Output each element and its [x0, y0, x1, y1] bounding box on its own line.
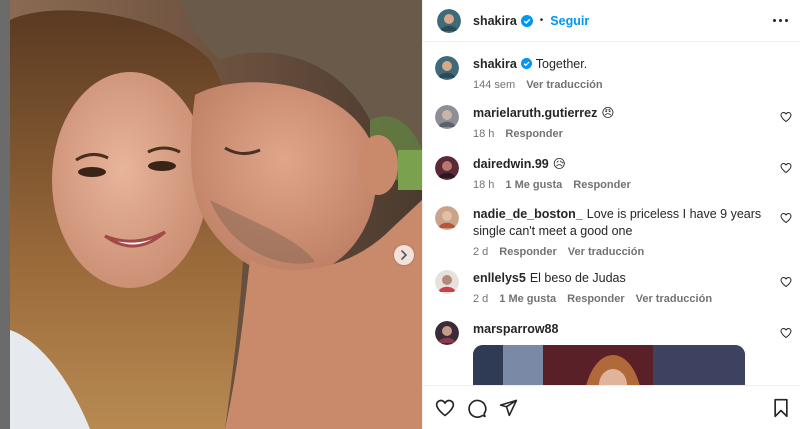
header-separator: • — [539, 15, 544, 26]
comment-button[interactable] — [467, 398, 487, 418]
heart-icon[interactable] — [780, 162, 792, 174]
heart-icon[interactable] — [780, 111, 792, 123]
comment-item: dairedwin.99 😥 18 h 1 Me gusta Responder — [435, 156, 792, 191]
post-header: shakira • Seguir — [423, 0, 800, 42]
paper-plane-icon — [499, 399, 518, 417]
comment-username[interactable]: marsparrow88 — [473, 322, 558, 336]
share-button[interactable] — [499, 398, 518, 417]
caption-time[interactable]: 144 sem — [473, 79, 515, 91]
more-options-icon[interactable] — [773, 11, 788, 31]
reply-button[interactable]: Responder — [573, 179, 630, 191]
comment-text: 😥 — [552, 157, 566, 171]
post-action-bar — [423, 385, 800, 429]
instagram-post-view: shakira • Seguir shakira Together. 144 s… — [0, 0, 800, 429]
media-left-edge — [0, 0, 10, 429]
comment-likes[interactable]: 1 Me gusta — [505, 179, 562, 191]
comment-item: marsparrow88 — [435, 321, 792, 385]
chevron-right-icon — [401, 250, 408, 260]
save-button[interactable] — [772, 398, 790, 418]
post-side-panel: shakira • Seguir shakira Together. 144 s… — [422, 0, 800, 429]
bookmark-icon — [774, 398, 788, 417]
reply-button[interactable]: Responder — [505, 128, 562, 140]
verified-badge-icon — [520, 58, 532, 69]
comment-item: marielaruth.gutierrez 😠 18 h Responder — [435, 105, 792, 140]
see-translation-link[interactable]: Ver traducción — [636, 293, 712, 305]
comment-username[interactable]: nadie_de_boston_ — [473, 207, 583, 221]
caption-text: Together. — [535, 57, 588, 71]
heart-icon — [435, 399, 455, 417]
avatar[interactable] — [435, 206, 459, 230]
comment-username[interactable]: enllelys5 — [473, 271, 526, 285]
avatar[interactable] — [435, 270, 459, 294]
avatar[interactable] — [435, 156, 459, 180]
comment-text: El beso de Judas — [529, 271, 626, 285]
comment-username[interactable]: marielaruth.gutierrez — [473, 106, 597, 120]
comment-item: enllelys5 El beso de Judas 2 d 1 Me gusta… — [435, 270, 792, 305]
like-button[interactable] — [435, 398, 455, 418]
avatar[interactable] — [435, 56, 459, 80]
avatar[interactable] — [437, 8, 461, 33]
heart-icon[interactable] — [780, 276, 792, 288]
comment-text: 😠 — [601, 106, 615, 120]
attached-photo — [473, 345, 745, 385]
follow-button[interactable]: Seguir — [550, 14, 589, 28]
post-caption: shakira Together. 144 sem Ver traducción — [435, 56, 792, 91]
post-media[interactable] — [0, 0, 422, 429]
comment-icon — [468, 399, 487, 418]
comment-likes[interactable]: 1 Me gusta — [499, 293, 556, 305]
comment-time[interactable]: 18 h — [473, 179, 494, 191]
comment-item: nadie_de_boston_ Love is priceless I have… — [435, 206, 792, 258]
avatar[interactable] — [435, 321, 459, 345]
next-image-button[interactable] — [394, 245, 414, 265]
heart-icon[interactable] — [780, 212, 792, 224]
comments-list: shakira Together. 144 sem Ver traducción … — [423, 42, 800, 385]
comment-username[interactable]: dairedwin.99 — [473, 157, 549, 171]
see-translation-link[interactable]: Ver traducción — [526, 79, 602, 91]
heart-icon[interactable] — [780, 327, 792, 339]
post-photo — [10, 0, 422, 429]
verified-badge-icon — [520, 14, 533, 27]
avatar[interactable] — [435, 105, 459, 129]
caption-username[interactable]: shakira — [473, 57, 517, 71]
avatar-image — [437, 8, 461, 33]
comment-time[interactable]: 18 h — [473, 128, 494, 140]
see-translation-link[interactable]: Ver traducción — [568, 246, 644, 258]
reply-button[interactable]: Responder — [567, 293, 624, 305]
header-username[interactable]: shakira — [473, 14, 517, 28]
comment-attached-image[interactable] — [473, 345, 745, 385]
comment-time[interactable]: 2 d — [473, 246, 488, 258]
reply-button[interactable]: Responder — [499, 246, 556, 258]
comment-time[interactable]: 2 d — [473, 293, 488, 305]
